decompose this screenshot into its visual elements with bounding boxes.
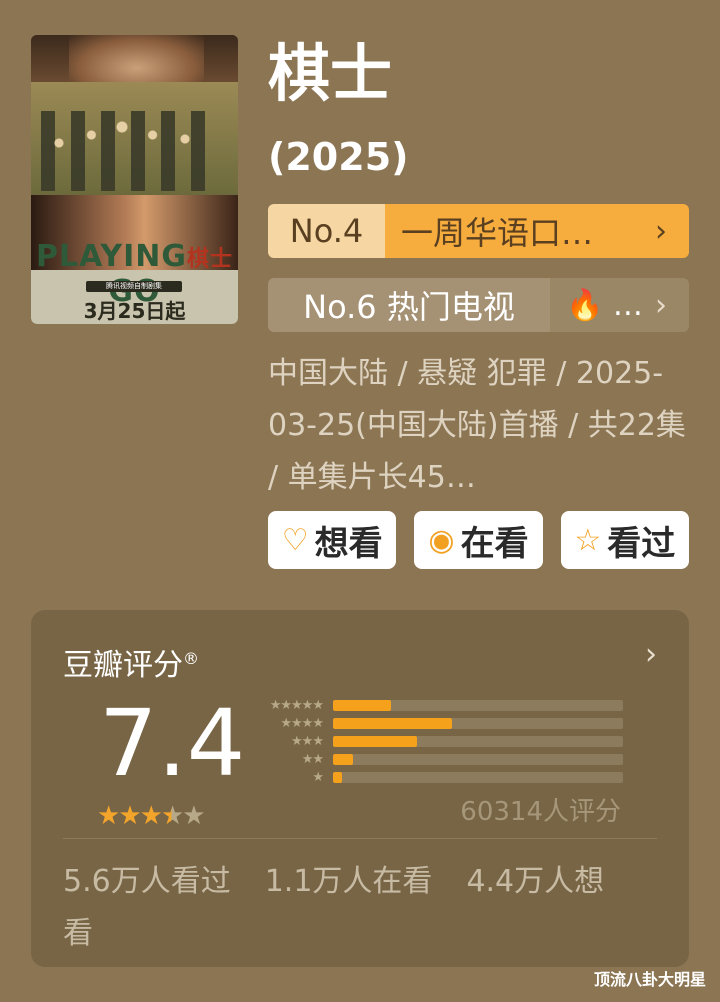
heart-plus-icon: ♡ — [281, 522, 309, 558]
movie-meta-info[interactable]: 中国大陆 / 悬疑 犯罪 / 2025-03-25(中国大陆)首播 / 共22集… — [268, 348, 688, 504]
watched-button[interactable]: ☆ 看过 — [560, 511, 689, 569]
distribution-stars-label: ★★★★ — [280, 715, 324, 731]
poster-title-zh: 棋士 — [187, 247, 234, 272]
distribution-track — [333, 699, 623, 711]
distribution-bar — [333, 699, 391, 711]
watching-count[interactable]: 1.1万人在看 — [265, 864, 433, 899]
watching-label: 在看 — [460, 523, 529, 564]
ranking-extra: 🔥 … › — [550, 278, 689, 332]
poster-figures — [41, 111, 221, 191]
rating-count: 60314人评分 — [460, 797, 621, 827]
rating-distribution-row: ★ — [249, 768, 623, 786]
rating-distribution-row: ★★ — [249, 750, 623, 768]
rating-distribution: ★★★★★ ★★★★ ★★★ ★★ ★ — [249, 696, 623, 786]
ranking-number: No.4 — [268, 204, 385, 258]
rating-distribution-row: ★★★★★ — [249, 696, 623, 714]
watched-count[interactable]: 5.6万人看过 — [63, 864, 231, 899]
distribution-stars-label: ★ — [312, 769, 324, 785]
chevron-right-icon: › — [655, 287, 667, 323]
distribution-bar — [333, 753, 354, 765]
divider — [63, 838, 657, 839]
chevron-right-icon: › — [655, 213, 667, 249]
want-to-watch-label: 想看 — [314, 523, 383, 564]
distribution-bar — [333, 717, 452, 729]
star-icon: ★ — [118, 801, 141, 831]
watching-button[interactable]: ◉ 在看 — [414, 511, 543, 569]
rating-distribution-row: ★★★★ — [249, 714, 623, 732]
poster-image[interactable]: PLAYING棋士GO 腾讯视频自制剧集 3月25日起 — [31, 35, 238, 324]
rating-card[interactable]: 豆瓣评分® › 7.4 ★★★★★ ★★★★★ ★★★★ ★★★ ★★ ★ 60… — [31, 610, 689, 967]
distribution-stars-label: ★★ — [301, 751, 324, 767]
ranking-label-text: 一周华语口… — [401, 214, 594, 252]
watermark: 顶流八卦大明星 — [593, 970, 706, 989]
watched-label: 看过 — [607, 523, 676, 564]
star-empty-icon: ★ — [182, 801, 205, 831]
half-star-icon: ★ — [160, 801, 184, 831]
rating-score: 7.4 — [99, 690, 246, 797]
watch-stats: 5.6万人看过 1.1万人在看 4.4万人想看 — [63, 856, 663, 960]
ranking-label: 一周华语口… › — [385, 204, 689, 258]
rating-header-text: 豆瓣评分 — [63, 648, 183, 683]
registered-mark: ® — [183, 649, 199, 668]
distribution-bar — [333, 735, 418, 747]
distribution-track — [333, 771, 623, 783]
poster-face — [69, 35, 204, 82]
poster-band-group — [31, 82, 238, 195]
poster-title-en-a: PLAYING — [35, 239, 188, 274]
rating-stars: ★★★★★ — [97, 801, 206, 831]
rating-header: 豆瓣评分® — [63, 640, 199, 684]
poster-tag: 腾讯视频自制剧集 — [86, 281, 182, 292]
poster-date: 3月25日起 — [83, 299, 186, 323]
action-buttons: ♡ 想看 ◉ 在看 ☆ 看过 — [268, 511, 689, 569]
chevron-right-icon[interactable]: › — [645, 637, 657, 672]
distribution-stars-label: ★★★★★ — [269, 697, 324, 713]
fire-icon: 🔥 … — [566, 287, 643, 323]
ranking-badge-weekly[interactable]: No.4 一周华语口… › — [268, 204, 689, 258]
star-icon: ★ — [97, 801, 120, 831]
poster-band-top — [31, 35, 238, 82]
distribution-track — [333, 717, 623, 729]
distribution-stars-label: ★★★ — [291, 733, 324, 749]
target-circle-icon: ◉ — [428, 522, 455, 558]
distribution-track — [333, 753, 623, 765]
star-outline-icon: ☆ — [574, 522, 602, 558]
page-title: 棋士 — [268, 37, 393, 110]
star-icon: ★ — [139, 801, 163, 831]
rating-distribution-row: ★★★ — [249, 732, 623, 750]
ranking-number: No.6 热门电视 — [268, 278, 550, 332]
distribution-track — [333, 735, 623, 747]
want-to-watch-button[interactable]: ♡ 想看 — [268, 511, 397, 569]
ranking-badge-hot-tv[interactable]: No.6 热门电视 🔥 … › — [268, 278, 689, 332]
release-year: (2025) — [268, 135, 409, 179]
distribution-bar — [333, 771, 342, 783]
